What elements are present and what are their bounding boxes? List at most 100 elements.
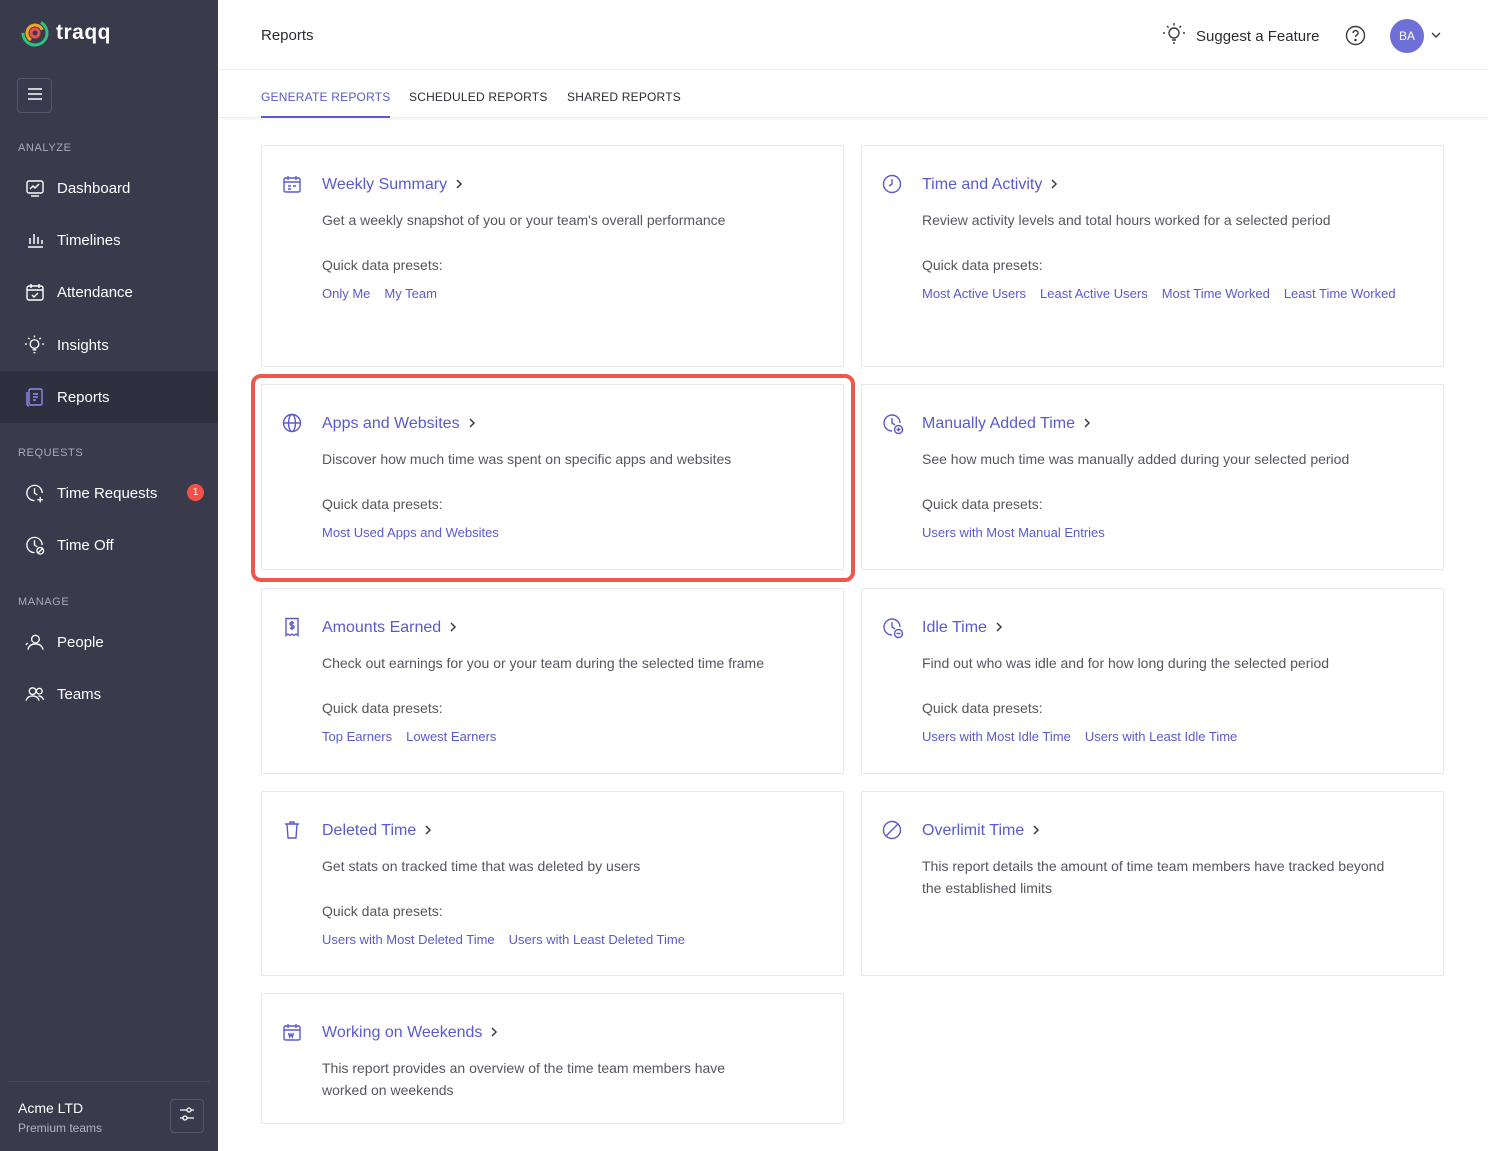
card-title: Time and Activity [922,176,1043,193]
chevron-right-icon [468,415,476,433]
presets-label: Quick data presets: [922,257,1043,273]
sidebar-item-label: Teams [57,685,102,703]
sidebar: traqq ANALYZE Dashboard Timelines Attend… [0,0,218,1151]
report-card-manually-added-time: Manually Added Time See how much time wa… [861,384,1444,570]
user-avatar[interactable]: BA [1390,19,1424,53]
section-title-requests: REQUESTS [18,447,84,459]
presets-label: Quick data presets: [322,257,443,273]
sidebar-item-label: Reports [57,388,110,406]
report-card-working-on-weekends: Working on Weekends This report provides… [261,993,844,1124]
section-title-analyze: ANALYZE [18,142,72,154]
card-description: See how much time was manually added dur… [922,451,1350,467]
organization-name: Acme LTD [18,1100,84,1116]
presets-label: Quick data presets: [322,496,443,512]
report-card-time-and-activity: Time and Activity Review activity levels… [861,145,1444,367]
sidebar-item-timelines[interactable]: Timelines [0,214,218,266]
logo[interactable]: traqq [20,18,111,48]
report-tabs: GENERATE REPORTS SCHEDULED REPORTS SHARE… [218,70,1488,118]
card-description: This report provides an overview of the … [322,1060,726,1098]
sidebar-item-label: Time Off [57,536,114,554]
card-title: Weekly Summary [322,176,448,193]
prohibited-icon [882,820,902,840]
section-title-manage: MANAGE [18,596,70,608]
manually-added-time-link[interactable]: Manually Added Time [922,415,1091,433]
card-description: Find out who was idle and for how long d… [922,655,1330,671]
sidebar-item-label: Attendance [57,283,133,301]
sidebar-item-time-off[interactable]: Time Off [0,519,218,571]
top-header: Reports Suggest a Feature BA [218,0,1488,70]
report-card-amounts-earned: Amounts Earned Check out earnings for yo… [261,588,844,774]
calendar-icon [282,174,302,194]
menu-toggle-button[interactable] [17,78,52,113]
sidebar-item-insights[interactable]: Insights [0,319,218,371]
sidebar-item-teams[interactable]: Teams [0,668,218,720]
chevron-right-icon [995,619,1003,637]
sidebar-item-label: Insights [57,336,109,354]
page-title: Reports [261,27,314,44]
presets-label: Quick data presets: [322,700,443,716]
preset-lowest-earners[interactable]: Lowest Earners [406,729,496,745]
preset-only-me[interactable]: Only Me [322,286,370,302]
overlimit-time-link[interactable]: Overlimit Time [922,822,1040,840]
card-title: Manually Added Time [922,415,1075,432]
card-description: This report details the amount of time t… [922,858,1385,896]
amounts-earned-link[interactable]: Amounts Earned [322,619,457,637]
tab-scheduled-reports[interactable]: SCHEDULED REPORTS [409,90,548,118]
presets-label: Quick data presets: [322,903,443,919]
preset-list: Most Active Users Least Active Users Mos… [922,286,1422,302]
trash-icon [282,820,302,840]
time-and-activity-link[interactable]: Time and Activity [922,176,1058,194]
preset-least-active-users[interactable]: Least Active Users [1040,286,1148,302]
clock-minus-icon [882,617,904,639]
traqq-logo-icon [20,18,50,48]
preset-least-idle-time[interactable]: Users with Least Idle Time [1085,729,1237,745]
card-title: Deleted Time [322,822,417,839]
report-icon [24,387,45,408]
organization-settings-button[interactable] [170,1099,204,1133]
sidebar-item-label: People [57,633,104,651]
bar-chart-icon [24,230,45,251]
tab-shared-reports[interactable]: SHARED REPORTS [567,90,681,118]
working-on-weekends-link[interactable]: Working on Weekends [322,1024,498,1042]
suggest-feature-button[interactable]: Suggest a Feature [1162,22,1319,50]
preset-most-manual-entries[interactable]: Users with Most Manual Entries [922,525,1105,541]
clock-plus-icon [882,413,904,435]
sidebar-item-label: Dashboard [57,179,131,197]
dashboard-icon [24,178,45,199]
calendar-check-icon [24,282,45,303]
preset-list: Top Earners Lowest Earners [322,729,822,745]
preset-most-deleted-time[interactable]: Users with Most Deleted Time [322,932,495,948]
sidebar-item-dashboard[interactable]: Dashboard [0,162,218,214]
chevron-right-icon [1032,822,1040,840]
preset-most-idle-time[interactable]: Users with Most Idle Time [922,729,1071,745]
sidebar-item-time-requests[interactable]: Time Requests [0,467,218,519]
sidebar-item-reports[interactable]: Reports [0,371,218,423]
apps-and-websites-link[interactable]: Apps and Websites [322,415,476,433]
deleted-time-link[interactable]: Deleted Time [322,822,432,840]
card-description: Get stats on tracked time that was delet… [322,858,641,874]
preset-my-team[interactable]: My Team [384,286,437,302]
chevron-down-icon[interactable] [1430,28,1442,46]
clock-off-icon [24,535,45,556]
organization-footer: Acme LTD Premium teams [8,1081,210,1151]
preset-list: Only Me My Team [322,286,822,302]
chevron-right-icon [1083,415,1091,433]
sidebar-item-attendance[interactable]: Attendance [0,266,218,318]
preset-most-used-apps[interactable]: Most Used Apps and Websites [322,525,499,541]
lightbulb-icon [24,335,45,356]
sidebar-item-people[interactable]: People [0,616,218,668]
preset-most-active-users[interactable]: Most Active Users [922,286,1026,302]
report-card-apps-and-websites: Apps and Websites Discover how much time… [261,384,844,570]
preset-most-time-worked[interactable]: Most Time Worked [1162,286,1270,302]
weekly-summary-link[interactable]: Weekly Summary [322,176,463,194]
tab-generate-reports[interactable]: GENERATE REPORTS [261,90,391,118]
preset-top-earners[interactable]: Top Earners [322,729,392,745]
help-button[interactable] [1345,25,1366,51]
chevron-right-icon [1050,176,1058,194]
preset-least-deleted-time[interactable]: Users with Least Deleted Time [509,932,685,948]
idle-time-link[interactable]: Idle Time [922,619,1003,637]
clock-plus-icon [24,483,45,504]
question-circle-icon [1345,25,1366,50]
preset-least-time-worked[interactable]: Least Time Worked [1284,286,1396,302]
presets-label: Quick data presets: [922,700,1043,716]
